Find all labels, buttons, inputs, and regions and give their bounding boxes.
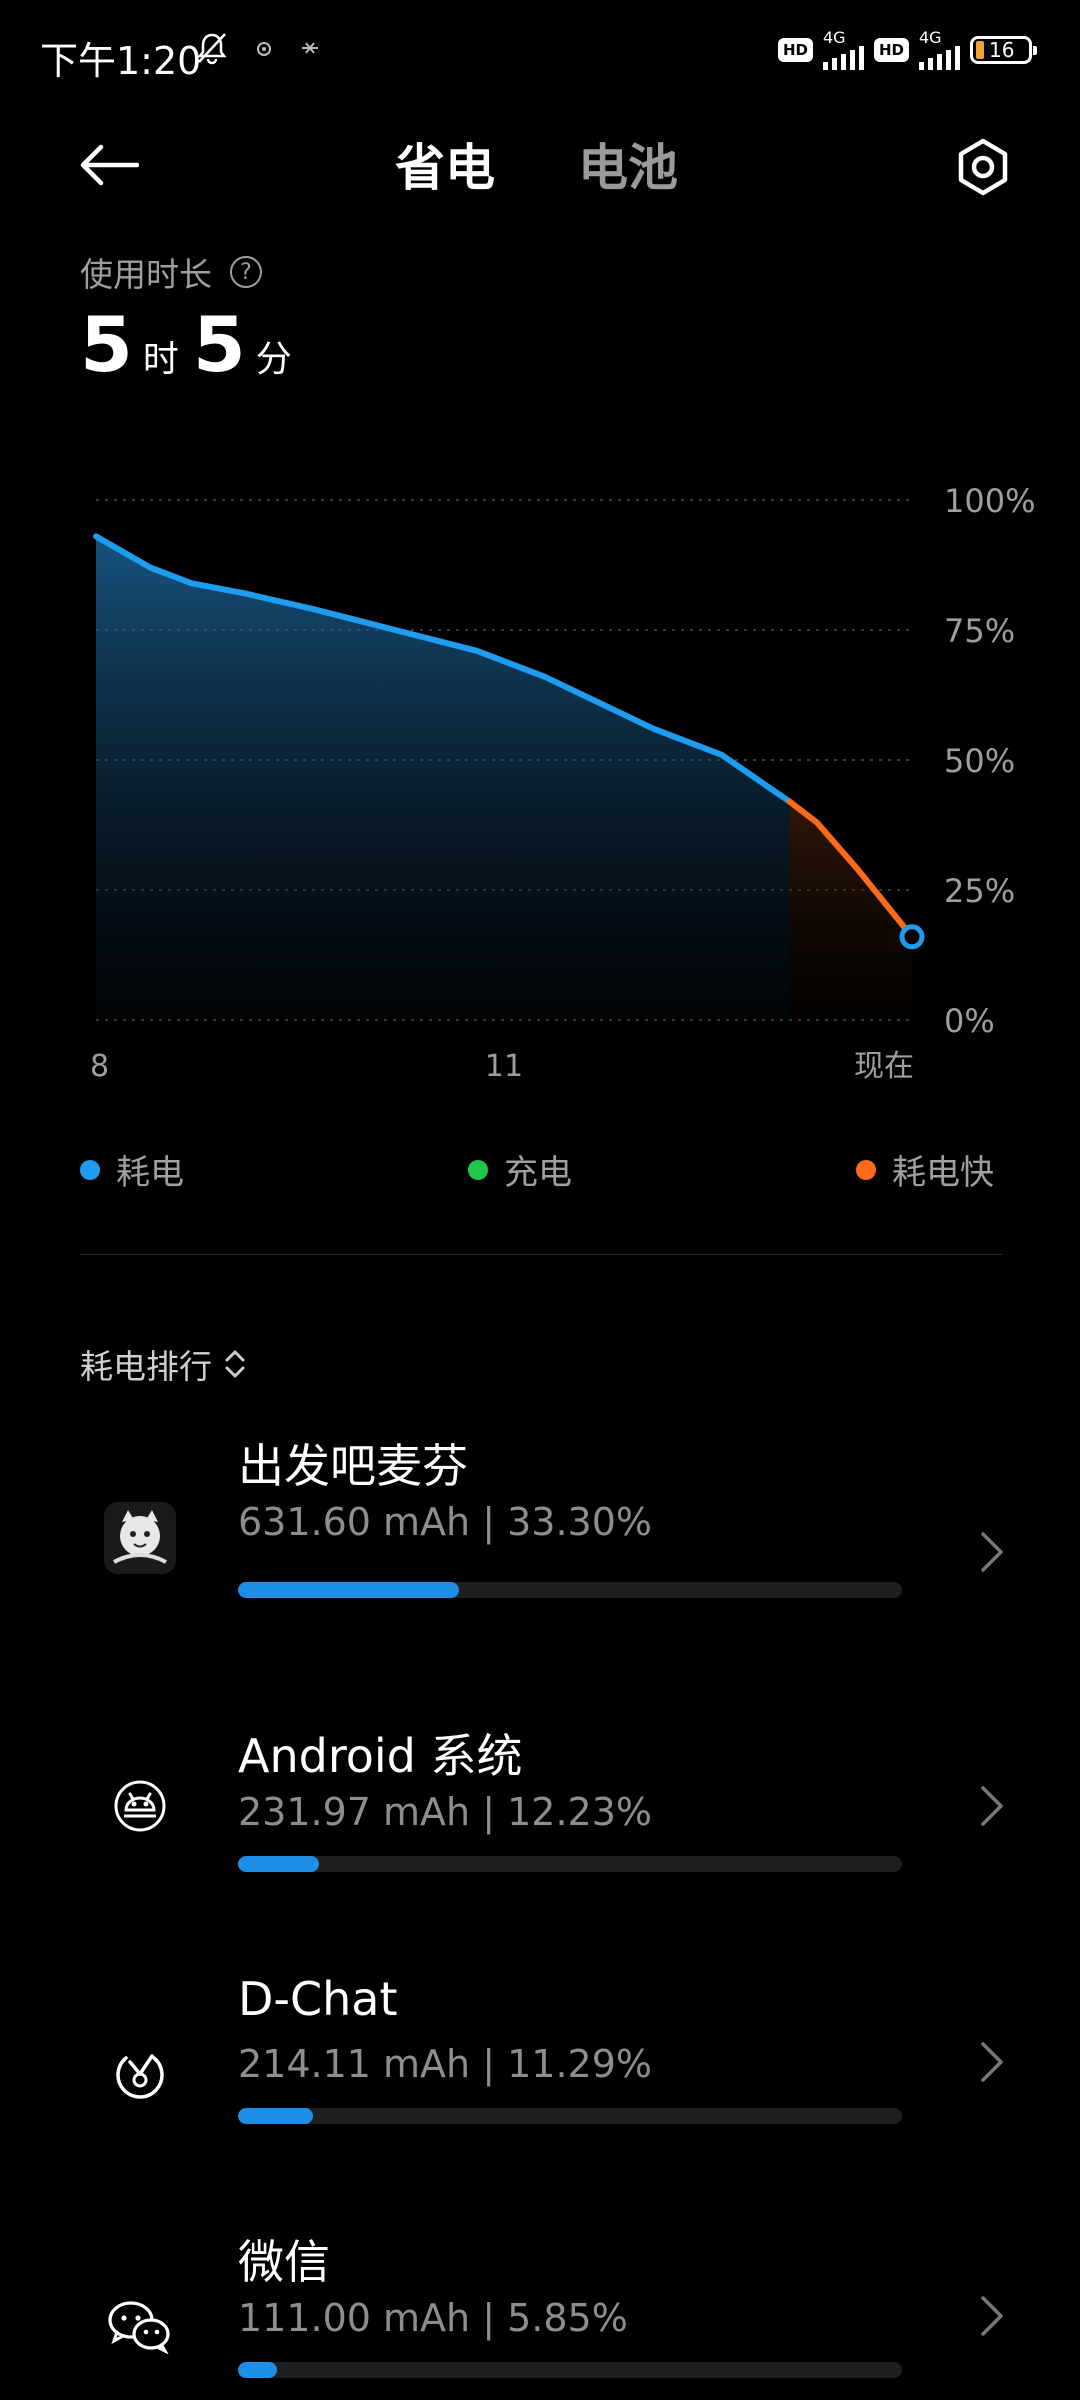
usage-bar-fill	[238, 2362, 277, 2378]
usage-bar-fill	[238, 2108, 313, 2124]
usage-duration-value: 5 时 5 分	[80, 300, 306, 389]
hd-badge: HD	[777, 38, 813, 62]
list-item-app[interactable]: D-Chat 214.11 mAh | 11.29%	[0, 1960, 1080, 2160]
battery-icon: 16	[970, 36, 1037, 64]
y-tick-label: 25%	[944, 872, 1015, 910]
signal-icon: 4G	[919, 30, 960, 70]
app-notification-icon	[252, 36, 276, 64]
help-icon[interactable]: ?	[230, 256, 262, 288]
android-robot-icon	[100, 1766, 180, 1846]
usage-hours-unit: 时	[142, 339, 179, 380]
x-tick-label: 11	[485, 1049, 523, 1084]
list-item-app[interactable]: 微信 111.00 mAh | 5.85%	[0, 2214, 1080, 2400]
sort-ranking-button[interactable]: 耗电排行	[80, 1340, 248, 1388]
y-tick-label: 100%	[944, 482, 1035, 520]
x-tick-label: 8	[90, 1049, 109, 1084]
settings-icon	[958, 138, 1008, 196]
usage-bar-fill	[238, 1856, 320, 1872]
usage-bar	[238, 2362, 902, 2378]
status-time: 下午1:20	[40, 39, 202, 83]
usage-minutes-unit: 分	[255, 339, 292, 380]
x-tick-label: 现在	[854, 1049, 914, 1084]
y-tick-label: 50%	[944, 742, 1015, 780]
usage-bar	[238, 1856, 902, 1872]
app-name: Android 系统	[238, 1729, 523, 1783]
legend-dot	[80, 1159, 100, 1180]
legend-item-drain: 耗电	[80, 1145, 184, 1194]
usage-minutes: 5	[192, 300, 246, 389]
app-notification-icon	[298, 36, 322, 64]
area-drain	[96, 536, 790, 1020]
app-stats: 111.00 mAh | 5.85%	[238, 2296, 628, 2340]
legend-dot	[468, 1159, 488, 1180]
tab-battery[interactable]: 电池	[578, 128, 678, 200]
back-arrow-icon	[80, 144, 139, 186]
app-name: 出发吧麦芬	[238, 1439, 468, 1493]
usage-bar	[238, 1582, 902, 1598]
usage-hours: 5	[80, 300, 133, 389]
list-item-app[interactable]: 出发吧麦芬 631.60 mAh | 33.30%	[0, 1430, 1080, 1630]
settings-button[interactable]	[948, 132, 1018, 202]
usage-duration-label: 使用时长 ?	[80, 248, 262, 296]
game-character-icon	[100, 1498, 180, 1578]
bell-muted-icon	[194, 30, 230, 70]
usage-bar	[238, 2108, 902, 2124]
legend-item-fast-drain: 耗电快	[856, 1145, 994, 1194]
y-tick-label: 0%	[944, 1002, 995, 1040]
app-name: 微信	[238, 2235, 330, 2289]
dchat-icon	[100, 2034, 180, 2114]
app-name: D-Chat	[238, 1972, 398, 2026]
wechat-icon	[100, 2286, 180, 2366]
tab-power-saving[interactable]: 省电	[395, 128, 495, 200]
app-stats: 231.97 mAh | 12.23%	[238, 1790, 652, 1834]
sort-icon	[225, 1350, 245, 1378]
divider	[80, 1254, 1002, 1255]
back-button[interactable]	[76, 132, 142, 198]
chevron-right-icon	[972, 2032, 1012, 2092]
hd-badge: HD	[873, 38, 909, 62]
legend-dot	[856, 1159, 876, 1180]
chevron-right-icon	[972, 2286, 1012, 2346]
chevron-right-icon	[972, 1522, 1012, 1582]
legend-item-charging: 充电	[468, 1145, 572, 1194]
battery-chart: 100% 75% 50% 25% 0% 8 11 现在	[90, 482, 1035, 1084]
chevron-right-icon	[972, 1776, 1012, 1836]
app-stats: 214.11 mAh | 11.29%	[238, 2042, 652, 2086]
usage-bar-fill	[238, 1582, 460, 1598]
app-stats: 631.60 mAh | 33.30%	[238, 1500, 652, 1544]
current-point-marker	[899, 924, 925, 950]
status-bar: 下午1:20 HD 4G HD 4G 16	[0, 0, 1080, 110]
signal-icon: 4G	[822, 30, 864, 70]
y-tick-label: 75%	[944, 612, 1015, 650]
list-item-app[interactable]: Android 系统 231.97 mAh | 12.23%	[0, 1704, 1080, 1904]
